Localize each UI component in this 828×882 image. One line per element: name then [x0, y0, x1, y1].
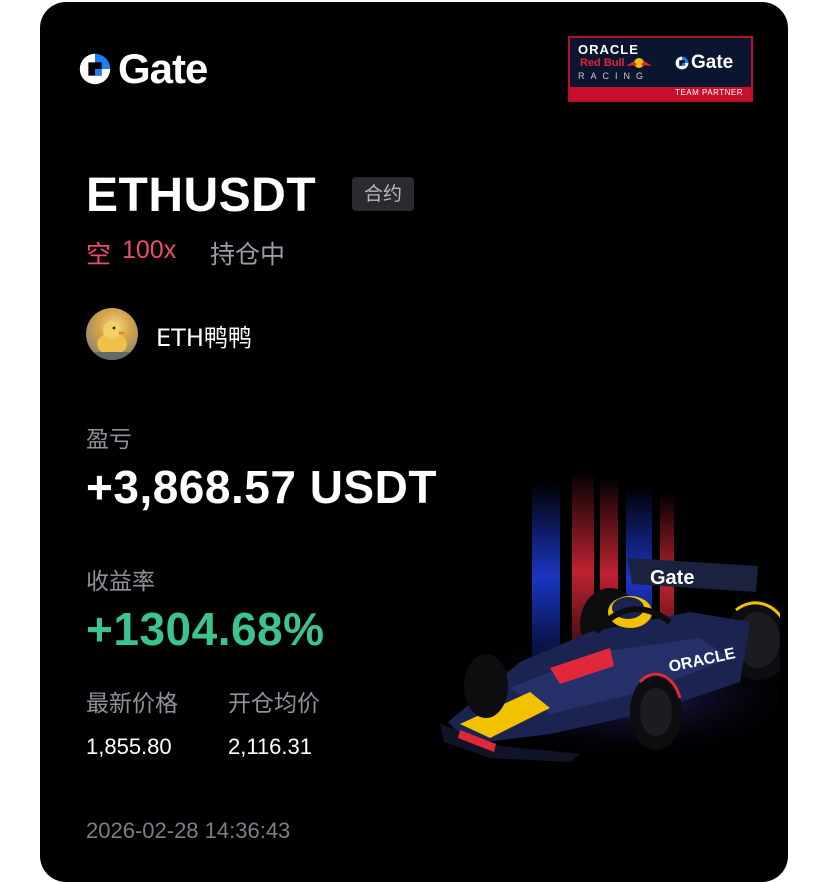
- leverage-value: 100x: [122, 236, 177, 264]
- position-status: 持仓中: [210, 240, 286, 269]
- partner-band: TEAM PARTNER: [570, 87, 751, 100]
- latest-price-label: 最新价格: [86, 691, 178, 717]
- pnl-label: 盈亏: [86, 427, 132, 453]
- partner-gate-logo: Gate: [674, 52, 733, 74]
- roi-value: +1304.68%: [86, 603, 325, 655]
- entry-price-value: 2,116.31: [228, 734, 313, 759]
- gate-logo-icon: [79, 53, 111, 85]
- pnl-value: +3,868.57 USDT: [86, 461, 437, 513]
- latest-price-value: 1,855.80: [86, 734, 172, 759]
- partner-gate-text: Gate: [691, 52, 734, 73]
- position-side: 空: [86, 240, 112, 269]
- partner-racing-text: RACING: [578, 71, 650, 81]
- car-wing-text: Gate: [650, 567, 694, 589]
- contract-symbol: ETHUSDT: [86, 169, 317, 222]
- timestamp: 2026-02-28 14:36:43: [86, 818, 291, 843]
- roi-label: 收益率: [86, 569, 155, 595]
- f1-car-image: Gate ORACLE: [440, 472, 780, 762]
- share-card: Gate ORACLE Red Bull RACING Gate TEAM PA…: [40, 2, 788, 882]
- username: ETH鸭鸭: [156, 324, 252, 352]
- entry-price-label: 开仓均价: [228, 691, 320, 717]
- partner-redbull-text: Red Bull: [580, 57, 625, 69]
- avatar: [86, 308, 138, 360]
- partner-oracle-text: ORACLE: [578, 42, 639, 57]
- partner-band-text: TEAM PARTNER: [675, 88, 743, 97]
- partner-badge: ORACLE Red Bull RACING Gate TEAM PARTNER: [568, 36, 753, 102]
- gate-logo-text: Gate: [118, 45, 208, 92]
- gate-logo: Gate: [76, 45, 208, 92]
- red-bull-icon: [626, 58, 652, 68]
- gate-mini-icon: [675, 56, 689, 70]
- duck-avatar-icon: [86, 321, 138, 360]
- contract-type-badge: 合约: [352, 177, 414, 211]
